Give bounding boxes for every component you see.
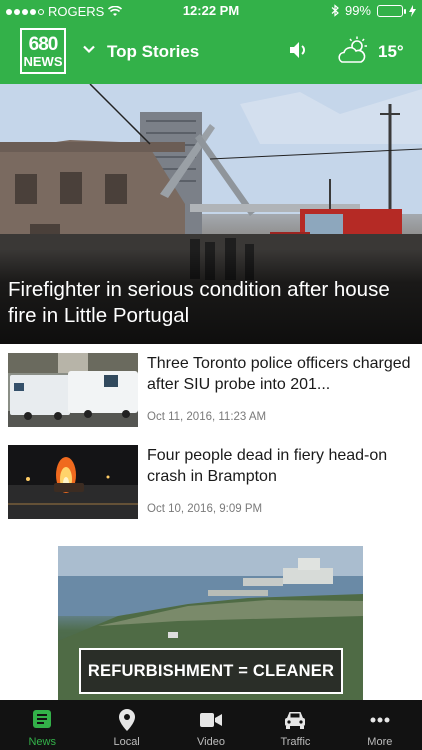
- charging-bolt-icon: [409, 4, 416, 17]
- header: ROGERS 12:22 PM 99% 680 NEWS Top Stories…: [0, 0, 422, 84]
- tab-label: Traffic: [280, 736, 311, 748]
- battery-icon: [377, 4, 406, 17]
- tab-local[interactable]: Local: [84, 700, 168, 750]
- tab-traffic[interactable]: Traffic: [253, 700, 337, 750]
- tab-news[interactable]: News: [0, 700, 84, 750]
- location-pin-icon: [118, 709, 135, 731]
- list-item[interactable]: Three Toronto police officers charged af…: [0, 353, 422, 443]
- tab-label: More: [367, 736, 393, 748]
- story-date: Oct 11, 2016, 11:23 AM: [147, 411, 267, 423]
- tab-video[interactable]: Video: [169, 700, 253, 750]
- more-dots-icon: [370, 717, 390, 723]
- battery-percent: 99%: [344, 3, 371, 18]
- partly-cloudy-icon[interactable]: [338, 36, 368, 64]
- temperature[interactable]: 15°: [378, 42, 404, 62]
- ad-banner-text[interactable]: REFURBISHMENT = CLEANER AIR: [79, 648, 343, 694]
- car-icon: [285, 712, 306, 729]
- hero-story[interactable]: Firefighter in serious condition after h…: [0, 84, 422, 344]
- tab-more[interactable]: More: [338, 700, 422, 750]
- video-camera-icon: [200, 713, 223, 727]
- app-bar: 680 NEWS Top Stories 15°: [0, 22, 422, 84]
- chevron-down-icon[interactable]: [82, 42, 96, 56]
- bottom-tab-bar: News Local Video Traffic More: [0, 700, 422, 750]
- tab-label: News: [28, 736, 56, 748]
- tab-label: Local: [113, 736, 140, 748]
- tab-label: Video: [197, 736, 225, 748]
- advertisement[interactable]: REFURBISHMENT = CLEANER AIR: [58, 546, 363, 700]
- logo-number: 680: [28, 34, 59, 55]
- story-thumbnail[interactable]: [8, 445, 138, 519]
- story-headline[interactable]: Four people dead in fiery head-on crash …: [147, 445, 413, 487]
- list-item[interactable]: Four people dead in fiery head-on crash …: [0, 445, 422, 535]
- story-thumbnail[interactable]: [8, 353, 138, 427]
- story-headline[interactable]: Three Toronto police officers charged af…: [147, 353, 413, 395]
- bluetooth-icon: [331, 4, 339, 17]
- logo-word: NEWS: [23, 54, 63, 69]
- story-date: Oct 10, 2016, 9:09 PM: [147, 503, 263, 515]
- news-icon: [33, 710, 52, 728]
- speaker-icon[interactable]: [289, 40, 309, 60]
- section-selector[interactable]: Top Stories: [107, 42, 199, 62]
- hero-headline[interactable]: Firefighter in serious condition after h…: [8, 277, 408, 329]
- status-bar: ROGERS 12:22 PM 99%: [0, 0, 422, 22]
- 680news-logo[interactable]: 680 NEWS: [20, 28, 66, 74]
